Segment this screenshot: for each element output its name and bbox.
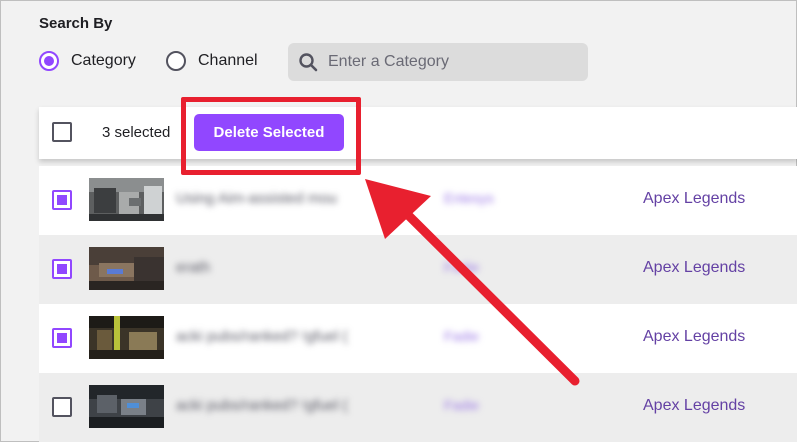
video-title: acki pubs/ranked? !gfuel ( [176, 397, 348, 414]
bulk-action-toolbar: 3 selected Delete Selected [39, 107, 797, 159]
channel-name[interactable]: Fadie [444, 397, 479, 413]
delete-selected-button[interactable]: Delete Selected [194, 114, 344, 151]
video-title: Using Aim-assisted mou [176, 190, 337, 207]
channel-name[interactable]: Entesys [444, 190, 494, 206]
video-row[interactable]: Using Aim-assisted mou Entesys Apex Lege… [39, 166, 797, 235]
category-radio[interactable]: Category [39, 51, 136, 71]
video-title: acki pubs/ranked? !gfuel ( [176, 328, 348, 345]
video-thumbnail[interactable] [89, 316, 164, 359]
video-row[interactable]: erath Fadie Apex Legends [39, 235, 797, 304]
category-link[interactable]: Apex Legends [643, 397, 745, 415]
video-row[interactable]: acki pubs/ranked? !gfuel ( Fadie Apex Le… [39, 304, 797, 373]
channel-name[interactable]: Fadie [444, 328, 479, 344]
video-thumbnail[interactable] [89, 178, 164, 221]
channel-radio-label: Channel [198, 52, 258, 69]
category-link[interactable]: Apex Legends [643, 190, 745, 208]
search-input[interactable] [328, 53, 568, 71]
channel-radio[interactable]: Channel [166, 51, 258, 71]
video-thumbnail[interactable] [89, 385, 164, 428]
select-all-checkbox[interactable] [52, 122, 72, 142]
row-checkbox[interactable] [52, 259, 72, 279]
row-checkbox[interactable] [52, 397, 72, 417]
category-link[interactable]: Apex Legends [643, 259, 745, 277]
channel-name[interactable]: Fadie [444, 259, 479, 275]
category-radio-label: Category [71, 52, 136, 69]
search-by-title: Search By [39, 15, 113, 32]
radio-unchecked-icon[interactable] [166, 51, 186, 71]
category-link[interactable]: Apex Legends [643, 328, 745, 346]
row-checkbox[interactable] [52, 328, 72, 348]
radio-checked-icon[interactable] [39, 51, 59, 71]
search-box[interactable] [288, 43, 588, 81]
video-thumbnail[interactable] [89, 247, 164, 290]
selected-count: 3 selected [102, 124, 171, 141]
search-icon [299, 53, 318, 72]
video-title: erath [176, 259, 211, 276]
row-checkbox[interactable] [52, 190, 72, 210]
video-row[interactable]: acki pubs/ranked? !gfuel ( Fadie Apex Le… [39, 373, 797, 442]
